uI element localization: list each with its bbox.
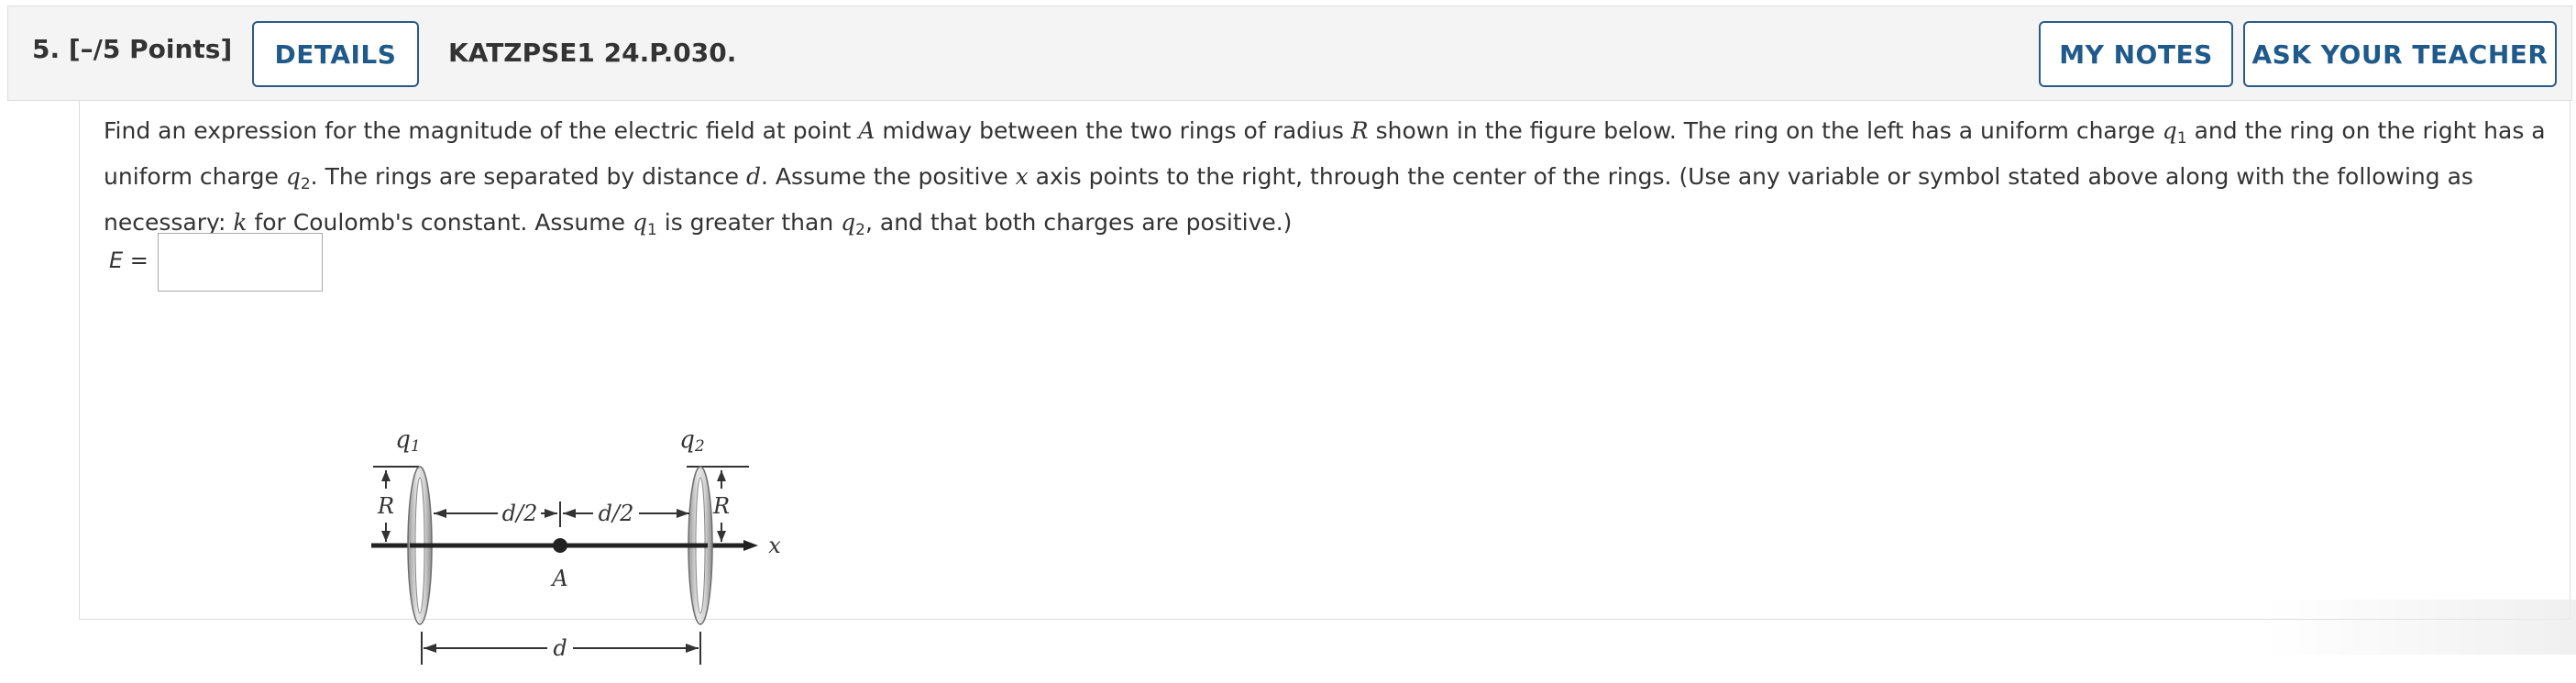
- r-left-label: R: [377, 493, 394, 519]
- details-button[interactable]: DETAILS: [252, 21, 419, 87]
- arrowhead-icon: [381, 470, 391, 481]
- question-text-part: shown in the figure below. The ring on t…: [1368, 117, 2163, 144]
- subscript-1: 1: [2176, 129, 2187, 148]
- x-axis-label: x: [768, 533, 781, 558]
- answer-label: E =: [109, 248, 149, 273]
- question-text-part: . Assume the positive: [761, 163, 1016, 190]
- problem-code: KATZPSE1 24.P.030.: [448, 38, 737, 68]
- variable-a: A: [858, 117, 875, 144]
- my-notes-button[interactable]: MY NOTES: [2039, 21, 2233, 87]
- question-text-part: . The rings are separated by distance: [310, 163, 746, 190]
- x-axis-arrowhead-icon: [743, 540, 758, 551]
- arrowhead-icon: [381, 531, 391, 542]
- question-text-part: is greater than: [656, 209, 842, 236]
- variable-x: x: [1015, 163, 1029, 190]
- arrowhead-icon: [677, 509, 689, 518]
- variable-k: k: [233, 209, 248, 236]
- variable-q2: q: [841, 209, 856, 236]
- half-d-right-label: d/2: [599, 501, 634, 526]
- arrowhead-icon: [424, 644, 436, 653]
- arrowhead-icon: [434, 509, 446, 518]
- question-text-part: for Coulomb's constant. Assume: [247, 209, 633, 236]
- ask-your-teacher-button[interactable]: ASK YOUR TEACHER: [2243, 21, 2557, 87]
- variable-q2: q: [285, 163, 301, 190]
- arrowhead-icon: [563, 509, 576, 518]
- arrowhead-icon: [717, 531, 726, 542]
- q2-label: q2: [679, 426, 704, 456]
- question-number: 5. [–/5 Points]: [32, 34, 233, 64]
- subscript-1: 1: [646, 221, 657, 239]
- variable-r: R: [1350, 117, 1369, 144]
- corner-shadow: [2264, 600, 2576, 655]
- answer-input[interactable]: [158, 233, 323, 292]
- point-a: [553, 538, 567, 553]
- question-panel: Find an expression for the magnitude of …: [79, 101, 2570, 665]
- question-text-part: midway between the two rings of radius: [875, 117, 1351, 144]
- point-a-label: A: [550, 566, 567, 591]
- subscript-2: 2: [300, 175, 311, 193]
- r-right-label: R: [712, 493, 730, 519]
- question-header: 5. [–/5 Points] DETAILS KATZPSE1 24.P.03…: [7, 6, 2572, 101]
- question-text-part: Find an expression for the magnitude of …: [104, 117, 859, 144]
- variable-q1: q: [2162, 117, 2177, 144]
- arrowhead-icon: [717, 470, 726, 481]
- question-text-part: , and that both charges are positive.): [864, 209, 1293, 236]
- q1-label: q1: [395, 426, 420, 456]
- arrowhead-icon: [545, 509, 557, 518]
- arrowhead-icon: [686, 644, 699, 653]
- variable-q1: q: [632, 209, 647, 236]
- subscript-2: 2: [855, 221, 865, 239]
- two-rings-figure: q1 q2 R R x d/2 d/2 A d: [371, 426, 781, 665]
- d-label: d: [553, 635, 567, 661]
- question-text: Find an expression for the magnitude of …: [104, 112, 2551, 249]
- variable-d: d: [745, 163, 761, 190]
- half-d-left-label: d/2: [502, 501, 538, 526]
